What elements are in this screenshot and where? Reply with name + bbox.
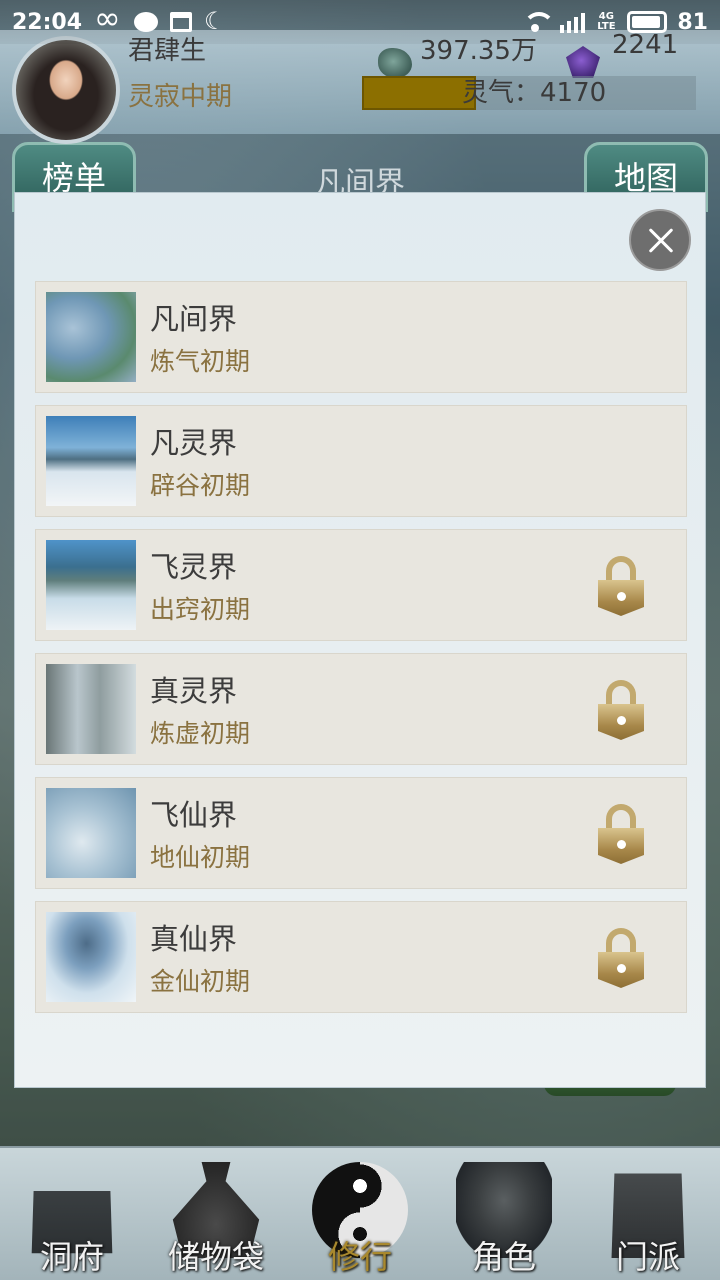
bottom-nav: 洞府 储物袋 修行 角色 门派 <box>0 1146 720 1280</box>
lock-icon <box>598 556 644 616</box>
realm-thumbnail <box>46 540 136 630</box>
player-realm: 灵寂中期 <box>128 82 233 112</box>
battery-level: 81 <box>677 9 708 35</box>
realm-item-flying-immortal[interactable]: 飞仙界 地仙初期 <box>35 777 687 889</box>
spirit-stone-icon <box>378 48 412 78</box>
calendar-icon <box>170 12 193 32</box>
nav-label: 门派 <box>615 1238 680 1276</box>
nav-label: 修行 <box>327 1238 392 1276</box>
close-icon[interactable] <box>629 209 691 271</box>
realm-requirement: 出窍初期 <box>150 595 251 624</box>
realm-item-mortal-spirit[interactable]: 凡灵界 辟谷初期 <box>35 405 687 517</box>
realm-thumbnail <box>46 664 136 754</box>
realm-select-dialog: 凡间界 炼气初期 凡灵界 辟谷初期 飞灵界 出窍初期 真灵界 炼虚初期 飞仙界 … <box>14 192 706 1088</box>
realm-name: 真灵界 <box>150 674 238 708</box>
realm-name: 凡灵界 <box>150 426 238 460</box>
nav-label: 角色 <box>471 1238 536 1276</box>
nav-character[interactable]: 角色 <box>432 1148 576 1280</box>
lock-icon <box>598 928 644 988</box>
realm-thumbnail <box>46 416 136 506</box>
realm-name: 飞仙界 <box>150 798 238 832</box>
moon-icon <box>204 7 230 35</box>
realm-item-true-spirit[interactable]: 真灵界 炼虚初期 <box>35 653 687 765</box>
qi-progress-fill <box>362 76 476 110</box>
realm-requirement: 炼气初期 <box>150 347 251 376</box>
realm-requirement: 地仙初期 <box>150 843 251 872</box>
status-bar: 22:04 4G LTE 81 <box>0 0 720 44</box>
player-hud: 君肆生 灵寂中期 397.35万 2241 灵气：4170 <box>0 30 720 144</box>
status-time: 22:04 <box>12 9 83 35</box>
nav-label: 储物袋 <box>167 1238 264 1276</box>
realm-item-true-immortal[interactable]: 真仙界 金仙初期 <box>35 901 687 1013</box>
nav-sect[interactable]: 门派 <box>576 1148 720 1280</box>
realm-name: 凡间界 <box>150 302 238 336</box>
realm-name: 飞灵界 <box>150 550 238 584</box>
lock-icon <box>598 680 644 740</box>
realm-item-mortal[interactable]: 凡间界 炼气初期 <box>35 281 687 393</box>
lock-icon <box>598 804 644 864</box>
realm-requirement: 金仙初期 <box>150 967 251 996</box>
nav-label: 洞府 <box>39 1238 104 1276</box>
chat-icon <box>134 12 159 32</box>
gem-icon <box>566 46 600 78</box>
realm-item-flying-spirit[interactable]: 飞灵界 出窍初期 <box>35 529 687 641</box>
nav-cave-dwelling[interactable]: 洞府 <box>0 1148 144 1280</box>
network-type: 4G LTE <box>597 11 616 32</box>
realm-requirement: 炼虚初期 <box>150 719 251 748</box>
realm-requirement: 辟谷初期 <box>150 471 251 500</box>
qi-progress-bar: 灵气：4170 <box>362 76 696 110</box>
signal-icon <box>560 11 586 33</box>
realm-thumbnail <box>46 912 136 1002</box>
avatar[interactable] <box>12 36 120 144</box>
realm-list: 凡间界 炼气初期 凡灵界 辟谷初期 飞灵界 出窍初期 真灵界 炼虚初期 飞仙界 … <box>35 281 687 1025</box>
wifi-icon <box>520 10 556 34</box>
nav-storage-bag[interactable]: 储物袋 <box>144 1148 288 1280</box>
infinity-icon <box>94 0 122 37</box>
nav-cultivation[interactable]: 修行 <box>288 1148 432 1280</box>
realm-thumbnail <box>46 292 136 382</box>
battery-icon <box>627 11 668 33</box>
qi-value: 灵气：4170 <box>462 78 607 108</box>
realm-name: 真仙界 <box>150 922 238 956</box>
realm-thumbnail <box>46 788 136 878</box>
